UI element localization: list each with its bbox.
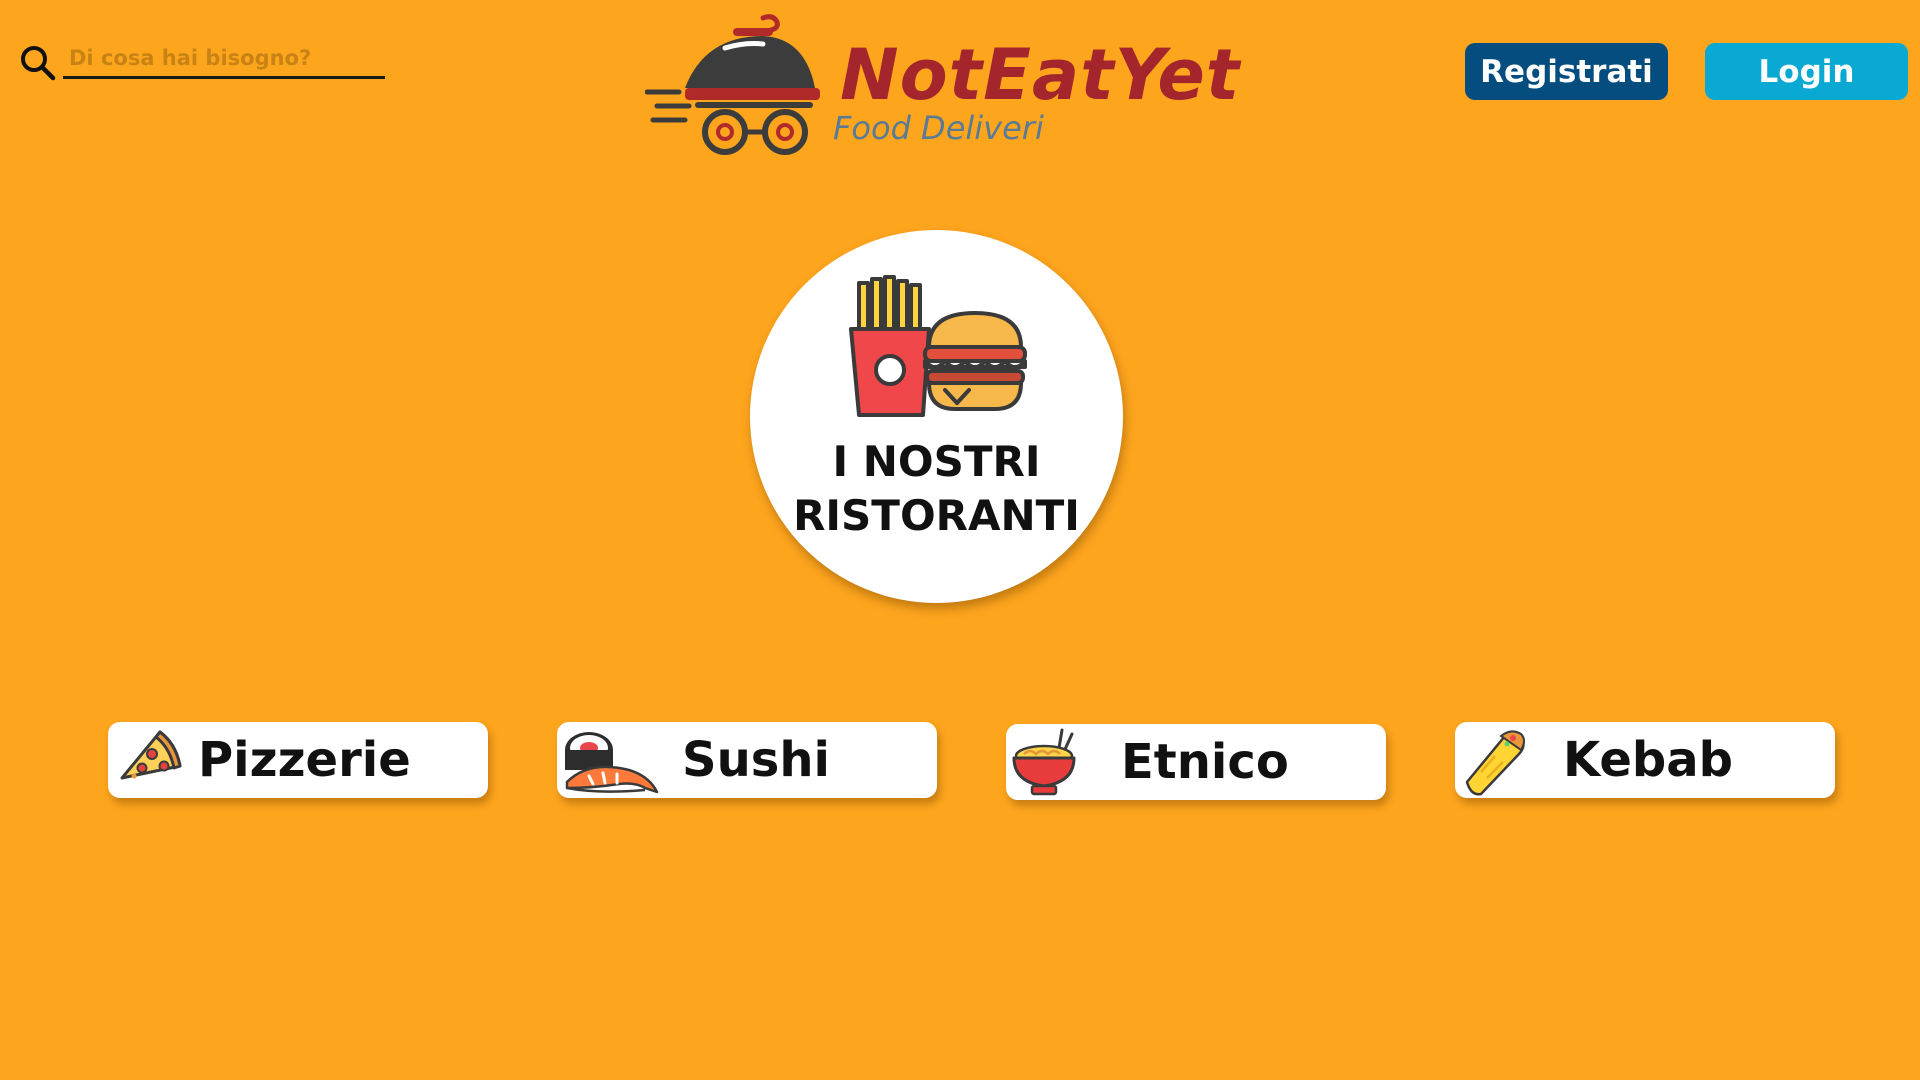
register-button[interactable]: Registrati [1465,43,1668,100]
our-restaurants-button[interactable]: I NOSTRI RISTORANTI [750,230,1123,603]
category-etnico[interactable]: Etnico [1006,724,1386,800]
hero-label-line2: RISTORANTI [793,491,1080,540]
sushi-icon [565,732,659,794]
logo-title: NotEatYet [840,34,1241,116]
hero-label: I NOSTRI RISTORANTI [750,435,1123,543]
category-label: Pizzerie [198,732,411,788]
logo-subtitle: Food Deliveri [833,109,1044,147]
kebab-wrap-icon [1465,730,1525,796]
search-icon[interactable] [19,44,57,82]
category-label: Etnico [1121,734,1289,790]
noodle-bowl-icon [1012,728,1076,796]
fries-burger-icon [849,275,1027,417]
logo[interactable]: NotEatYet Food Deliveri [645,8,1239,168]
login-button[interactable]: Login [1705,43,1908,100]
category-label: Kebab [1563,732,1734,788]
category-pizzerie[interactable]: Pizzerie [108,722,488,798]
category-sushi[interactable]: Sushi [557,722,937,798]
delivery-scooter-icon [645,14,820,155]
search-bar [19,40,385,82]
search-input[interactable] [63,40,385,79]
page: NotEatYet Food Deliveri Registrati Login [0,0,1920,1080]
category-kebab[interactable]: Kebab [1455,722,1835,798]
pizza-icon [120,730,182,780]
hero-label-line1: I NOSTRI [832,437,1041,486]
category-label: Sushi [682,732,830,788]
